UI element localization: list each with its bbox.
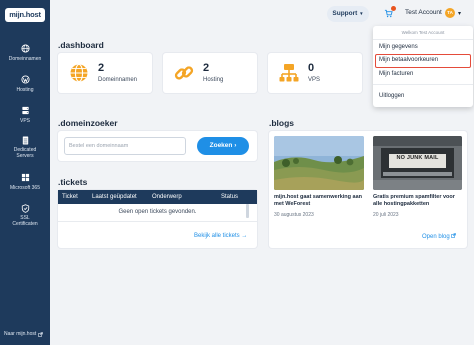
- view-all-tickets-link[interactable]: Bekijk alle tickets →: [194, 233, 247, 239]
- sidebar: mijn.host Domeinnamen Hosting VPS Dedica…: [0, 0, 50, 345]
- dashboard-title: .dashboard: [58, 40, 104, 50]
- blog-post-title[interactable]: mijn.host gaat samenwerking aan met WeFo…: [274, 194, 364, 207]
- cart-badge: [391, 6, 396, 11]
- view-all-tickets-label: Bekijk alle tickets: [194, 233, 240, 239]
- support-button[interactable]: Support ▼: [327, 6, 369, 22]
- external-link-icon: [451, 233, 457, 238]
- tickets-table-header: Ticket Laatst geüpdatet Onderwerp Status: [58, 190, 257, 204]
- sidebar-item-label: Hosting: [16, 87, 34, 93]
- stat-card-vps[interactable]: 0 VPS: [268, 53, 362, 93]
- sidebar-item-microsoft-365[interactable]: Microsoft 365: [0, 173, 50, 191]
- search-button[interactable]: Zoeken ›: [197, 137, 249, 155]
- divider: [373, 39, 473, 40]
- chevron-down-icon[interactable]: ▾: [458, 10, 461, 17]
- sidebar-item-vps[interactable]: VPS: [0, 106, 50, 124]
- sidebar-item-label: Dedicated Servers: [13, 147, 37, 159]
- external-link-icon: [38, 331, 44, 337]
- domain-search-input[interactable]: [64, 137, 186, 155]
- sidebar-item-label: VPS: [19, 118, 30, 124]
- menu-item-mijn-gegevens[interactable]: Mijn gegevens: [379, 44, 418, 50]
- divider: [373, 84, 473, 85]
- stat-value: 2: [203, 62, 210, 74]
- column-header: Ticket: [62, 193, 78, 200]
- open-blog-link[interactable]: Open blog: [422, 233, 457, 240]
- sidebar-item-ssl-certificaten[interactable]: SSL Certificaten: [0, 204, 50, 227]
- blogs-title: .blogs: [269, 118, 295, 128]
- dropdown-header: Welkom Test Account: [401, 30, 445, 35]
- blog-post-date: 30 augustus 2023: [274, 212, 314, 218]
- sidebar-item-label: SSL Certificaten: [12, 215, 38, 227]
- server-rack-icon: [22, 136, 28, 145]
- highlight-box: [375, 54, 471, 68]
- network-icon: [279, 64, 299, 82]
- link-icon: [174, 66, 194, 80]
- column-header: Laatst geüpdatet: [92, 193, 137, 200]
- open-blog-label: Open blog: [422, 234, 450, 240]
- sidebar-item-domeinnamen[interactable]: Domeinnamen: [0, 44, 50, 62]
- divider: [58, 221, 257, 222]
- tickets-empty-message: Geen open tickets gevonden.: [118, 209, 197, 215]
- sidebar-item-dedicated-servers[interactable]: Dedicated Servers: [0, 136, 50, 159]
- wordpress-icon: [20, 75, 30, 84]
- arrow-right-icon: →: [241, 233, 248, 239]
- sidebar-footer-link[interactable]: Naar mijn.host: [4, 331, 44, 337]
- domainsearch-title: .domeinzoeker: [58, 118, 118, 128]
- blog-image-spamfilter[interactable]: NO JUNK MAIL: [373, 136, 462, 190]
- account-dropdown: Welkom Test Account Mijn gegevens Mijn b…: [373, 26, 473, 107]
- globe-icon: [70, 63, 88, 83]
- stat-value: 0: [308, 62, 315, 74]
- tickets-title: .tickets: [58, 177, 88, 187]
- blog-post-date: 20 juli 2023: [373, 212, 399, 218]
- microsoft-icon: [21, 173, 29, 182]
- sidebar-footer-label: Naar mijn.host: [4, 331, 37, 337]
- forest-landscape-image: [274, 136, 364, 190]
- stat-card-hosting[interactable]: 2 Hosting: [163, 53, 257, 93]
- account-name[interactable]: Test Account: [405, 9, 442, 16]
- column-header: Status: [221, 193, 239, 200]
- stat-card-domeinnamen[interactable]: 2 Domeinnamen: [58, 53, 152, 93]
- blog-post-title[interactable]: Gratis premium spamfilter voor alle host…: [373, 194, 465, 207]
- logo[interactable]: mijn.host: [5, 8, 45, 22]
- globe-icon: [20, 44, 30, 53]
- chevron-down-icon: ▼: [359, 11, 364, 16]
- stat-label: VPS: [308, 77, 321, 83]
- support-label: Support: [332, 10, 358, 17]
- blog-image-sign-text: NO JUNK MAIL: [396, 155, 439, 161]
- search-button-label: Zoeken: [209, 142, 233, 149]
- avatar[interactable]: TA: [445, 8, 455, 18]
- shield-icon: [21, 204, 29, 213]
- server-icon: [21, 106, 29, 115]
- sidebar-item-label: Domeinnamen: [8, 56, 42, 62]
- stat-value: 2: [98, 62, 105, 74]
- stat-label: Domeinnamen: [98, 77, 138, 83]
- mailbox-image: [373, 136, 462, 190]
- menu-item-uitloggen[interactable]: Uitloggen: [379, 93, 404, 99]
- menu-item-mijn-facturen[interactable]: Mijn facturen: [379, 71, 413, 77]
- chevron-right-icon: ›: [234, 142, 237, 149]
- sidebar-item-hosting[interactable]: Hosting: [0, 75, 50, 93]
- stat-label: Hosting: [203, 77, 224, 83]
- column-header: Onderwerp: [152, 193, 182, 200]
- blog-image-weforest[interactable]: [274, 136, 364, 190]
- sidebar-item-label: Microsoft 365: [9, 185, 40, 191]
